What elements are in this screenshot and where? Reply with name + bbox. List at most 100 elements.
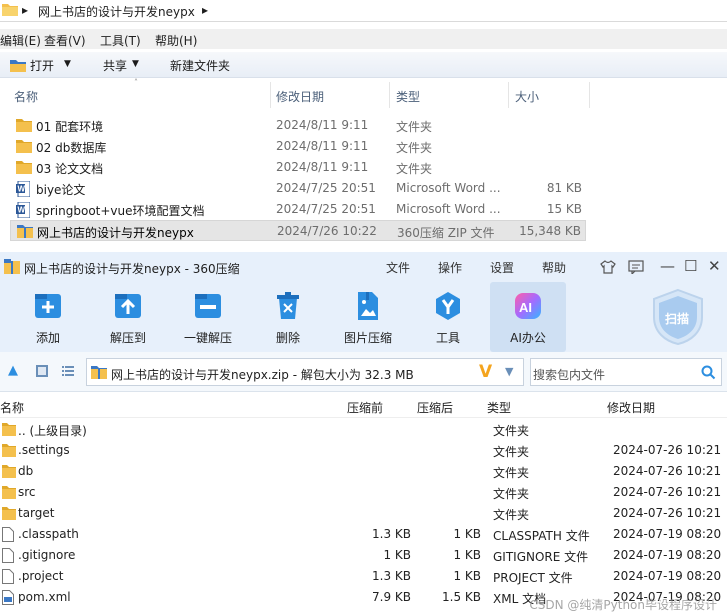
skin-icon[interactable] [600,260,616,274]
zip-window: 网上书店的设计与开发neypx - 360压缩 文件 操作 设置 帮助 — ☐ … [0,252,727,615]
add-button[interactable]: 添加 [10,282,86,352]
zip-row[interactable]: .settings 文件夹 2024-07-26 10:21 [0,440,727,461]
extract-to-button[interactable]: 解压到 [90,282,166,352]
folder-icon [2,507,16,520]
path-dropdown-icon[interactable]: ▼ [505,365,513,378]
zip-archive-icon [17,225,33,238]
zip-row-type: GITIGNORE 文件 [493,550,589,564]
zip-menu-operate[interactable]: 操作 [438,259,462,276]
close-icon[interactable]: ✕ [708,257,721,275]
zip-row[interactable]: src 文件夹 2024-07-26 10:21 [0,482,727,503]
breadcrumb-chevron-icon[interactable]: ▸ [202,3,208,17]
image-compress-button[interactable]: 图片压缩 [330,282,406,352]
breadcrumb-current[interactable]: 网上书店的设计与开发neypx [38,3,195,20]
zip-column-modified[interactable]: 修改日期 [607,399,655,416]
word-doc-icon: W [16,202,30,218]
zip-column-name[interactable]: 名称 [0,399,24,416]
one-click-extract-label: 一键解压 [183,331,232,345]
zip-row-type: 文件夹 [493,487,530,501]
menu-edit[interactable]: 编辑(E) [0,32,41,49]
zip-menu-settings[interactable]: 设置 [490,259,514,276]
zip-row[interactable]: .gitignore 1 KB 1 KB GITIGNORE 文件 2024-0… [0,545,727,566]
file-row[interactable]: 02 db数据库 2024/8/11 9:11 文件夹 [10,136,586,157]
open-icon [10,60,26,72]
scan-label: 扫描 [665,312,690,326]
new-folder-button[interactable]: 新建文件夹 [170,57,230,74]
thumbnail-view-icon[interactable] [36,365,48,377]
zip-toolbar: 添加 解压到 一键解压 删除 图片压缩 工具 AI AI办公 扫描 [0,282,727,352]
file-row-selected[interactable]: 网上书店的设计与开发neypx 2024/7/26 10:22 360压缩 ZI… [10,220,586,241]
folder-icon [16,161,32,174]
menu-help[interactable]: 帮助(H) [155,32,197,49]
feedback-icon[interactable] [628,260,644,274]
file-row[interactable]: W springboot+vue环境配置文档 2024/7/25 20:51 M… [10,199,586,220]
open-button[interactable]: 打开 [30,57,54,74]
file-type: 文件夹 [396,141,433,155]
ai-office-label: AI办公 [510,331,546,345]
column-type[interactable]: 类型 [396,88,420,105]
folder-icon [16,119,32,132]
file-icon [2,569,14,584]
zip-row-type: CLASSPATH 文件 [493,529,590,543]
ai-office-button[interactable]: AI AI办公 [490,282,566,352]
sort-arrow-icon: ˄ [134,78,138,87]
file-row[interactable]: 01 配套环境 2024/8/11 9:11 文件夹 [10,115,586,136]
zip-column-packed[interactable]: 压缩前 [347,399,383,416]
zip-menu-help[interactable]: 帮助 [542,259,566,276]
file-size: 81 KB [546,181,582,195]
maximize-icon[interactable]: ☐ [684,257,697,275]
tools-button[interactable]: 工具 [410,282,486,352]
breadcrumb-chevron-icon[interactable]: ▸ [22,3,28,17]
watermark: CSDN @纯清Python毕设程序设计 [529,598,717,612]
zip-row-modified: 2024-07-19 08:20 [613,527,722,541]
zip-row[interactable]: .project 1.3 KB 1 KB PROJECT 文件 2024-07-… [0,566,727,587]
zip-column-type[interactable]: 类型 [487,399,511,416]
up-arrow-icon[interactable]: ▲ [8,363,18,378]
zip-row[interactable]: .classpath 1.3 KB 1 KB CLASSPATH 文件 2024… [0,524,727,545]
file-type: 文件夹 [396,120,433,134]
column-date[interactable]: 修改日期 [276,88,324,105]
zip-menu-file[interactable]: 文件 [386,259,410,276]
scan-button[interactable]: 扫描 [650,288,706,346]
file-row[interactable]: 03 论文文档 2024/8/11 9:11 文件夹 [10,157,586,178]
zip-row-name: target [18,506,55,520]
zip-row[interactable]: target 文件夹 2024-07-26 10:21 [0,503,727,524]
image-compress-label: 图片压缩 [343,331,392,345]
folder-icon [2,4,18,16]
zip-row[interactable]: .. (上级目录) 文件夹 [0,419,727,440]
minimize-icon[interactable]: — [660,257,675,275]
delete-button[interactable]: 删除 [250,282,326,352]
search-icon[interactable] [701,365,716,380]
xml-file-icon [2,590,14,605]
address-bar[interactable]: ▸ 网上书店的设计与开发neypx ▸ [0,0,727,22]
delete-label: 删除 [275,331,300,345]
column-name[interactable]: 名称 [14,88,38,105]
file-type: 360压缩 ZIP 文件 [397,226,495,240]
file-size: 15 KB [546,202,582,216]
menu-view[interactable]: 查看(V) [44,32,86,49]
share-dropdown-icon[interactable]: ▼ [132,59,139,69]
zip-path-field[interactable]: 网上书店的设计与开发neypx.zip - 解包大小为 32.3 MB V ▼ [86,358,524,386]
zip-row[interactable]: db 文件夹 2024-07-26 10:21 [0,461,727,482]
zip-row-type: 文件夹 [493,424,530,438]
zip-row-name: db [18,464,34,478]
menu-tools[interactable]: 工具(T) [100,32,141,49]
list-view-icon[interactable] [62,365,74,377]
folder-icon [2,444,16,457]
search-input[interactable]: 搜索包内文件 [530,358,722,386]
zip-path-text: 网上书店的设计与开发neypx.zip - 解包大小为 32.3 MB [111,368,414,382]
zip-row-modified: 2024-07-19 08:20 [613,548,722,562]
zip-column-compressed[interactable]: 压缩后 [417,399,453,416]
file-date: 2024/7/25 20:51 [276,202,376,216]
column-size[interactable]: 大小 [515,88,539,105]
zip-row-packed: 1 KB [383,548,411,562]
zip-row-name: .classpath [18,527,79,541]
v-logo-icon[interactable]: V [479,362,492,382]
ai-office-icon: AI [515,293,541,319]
zip-row-compressed: 1 KB [453,527,481,541]
file-name: springboot+vue环境配置文档 [36,204,205,218]
file-row[interactable]: W biye论文 2024/7/25 20:51 Microsoft Word … [10,178,586,199]
one-click-extract-button[interactable]: 一键解压 [170,282,246,352]
open-dropdown-icon[interactable]: ▼ [64,59,71,69]
share-button[interactable]: 共享 [103,57,127,74]
